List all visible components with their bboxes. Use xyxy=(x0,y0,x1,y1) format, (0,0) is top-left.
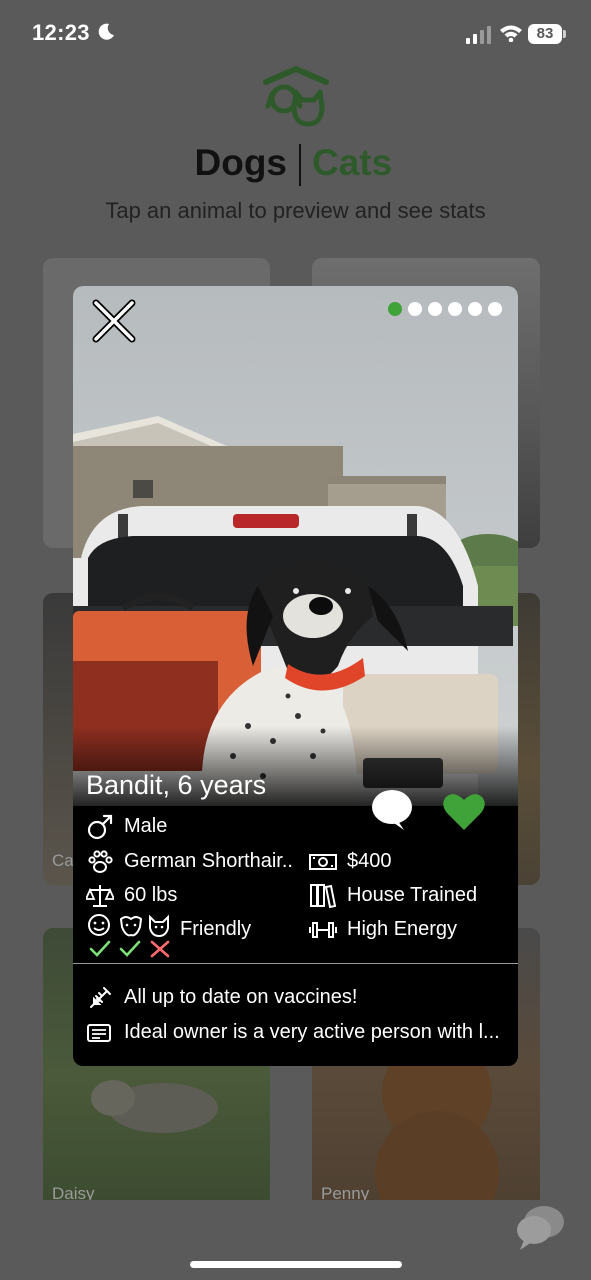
compat-cats-mark-icon xyxy=(150,940,170,958)
animal-name-age: Bandit, 6 years xyxy=(86,770,267,800)
photo-dot[interactable] xyxy=(468,302,482,316)
status-bar: 12:23 83 xyxy=(0,0,591,70)
cellular-signal-icon xyxy=(466,26,491,44)
tab-divider xyxy=(299,144,301,186)
paw-icon xyxy=(88,850,113,873)
photo-dot[interactable] xyxy=(388,302,402,316)
battery-indicator: 83 xyxy=(528,24,562,44)
wifi-icon xyxy=(500,25,522,42)
modal-divider xyxy=(73,963,518,964)
compat-kids-mark-icon xyxy=(89,940,111,957)
stat-sex-value: Male xyxy=(124,815,168,837)
chat-fab-icon[interactable] xyxy=(514,1202,566,1252)
note-owner-text: Ideal owner is a very active person with… xyxy=(124,1021,500,1043)
photo-dot[interactable] xyxy=(448,302,462,316)
stat-temperament-value: Friendly xyxy=(180,918,252,940)
animal-photo[interactable] xyxy=(73,286,518,806)
close-icon[interactable] xyxy=(91,298,137,344)
photo-pager[interactable] xyxy=(388,302,502,316)
favorite-heart-icon[interactable] xyxy=(442,791,486,831)
tab-cats[interactable]: Cats xyxy=(312,142,392,184)
animal-preview-modal: Bandit, 6 years Male German Shorthair.. xyxy=(73,286,518,1066)
home-indicator[interactable] xyxy=(190,1261,402,1268)
photo-dot[interactable] xyxy=(408,302,422,316)
photo-dot[interactable] xyxy=(488,302,502,316)
compat-dogs-mark-icon xyxy=(119,940,141,957)
note-vaccines-text: All up to date on vaccines! xyxy=(124,986,358,1008)
page-subtitle: Tap an animal to preview and see stats xyxy=(105,198,486,223)
app-logo-icon xyxy=(263,66,329,127)
photo-dot[interactable] xyxy=(428,302,442,316)
notes-icon xyxy=(87,1024,111,1042)
stat-breed-value: German Shorthair.. xyxy=(124,850,293,872)
scale-icon xyxy=(86,885,114,907)
male-icon xyxy=(87,814,113,840)
bottom-bar xyxy=(0,1200,591,1280)
chat-bubble-icon[interactable] xyxy=(370,789,414,831)
money-icon xyxy=(309,854,337,870)
battery-tip xyxy=(563,30,566,38)
stat-price-value: $400 xyxy=(347,850,392,872)
stat-energy-value: High Energy xyxy=(347,918,458,940)
tab-dogs[interactable]: Dogs xyxy=(195,142,288,184)
stat-weight-value: 60 lbs xyxy=(124,884,178,906)
stat-training-value: House Trained xyxy=(347,884,478,906)
syringe-icon xyxy=(90,987,111,1008)
books-icon xyxy=(310,884,337,909)
dumbbell-icon xyxy=(309,922,337,938)
status-time: 12:23 xyxy=(32,20,90,45)
animal-card-label: Ca xyxy=(52,851,74,870)
moon-icon xyxy=(98,23,114,40)
species-toggle: Dogs Cats xyxy=(0,140,591,188)
